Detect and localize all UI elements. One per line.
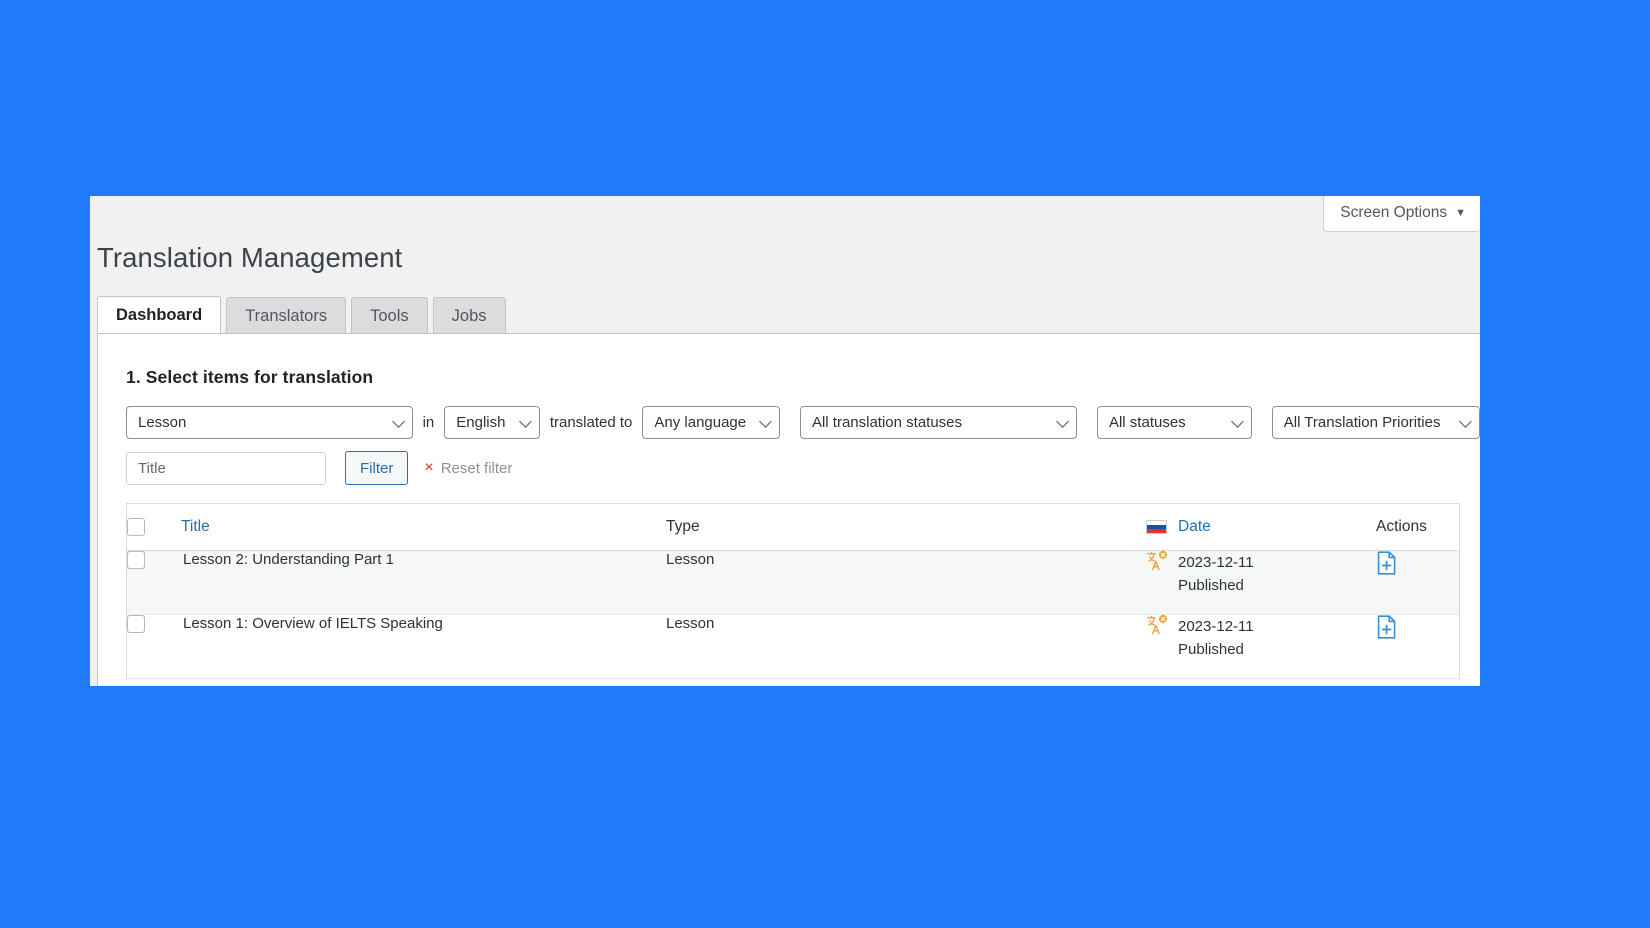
row-date: 2023-12-11: [1178, 553, 1254, 571]
chevron-down-icon: [1230, 414, 1244, 428]
select-all-header: [127, 504, 181, 551]
filter-button[interactable]: Filter: [345, 451, 409, 485]
row-status: Published: [1178, 576, 1244, 594]
select-all-checkbox[interactable]: [127, 517, 145, 536]
reset-filter-label: Reset filter: [440, 459, 513, 477]
close-icon: ×: [424, 459, 434, 476]
column-header-actions: Actions: [1376, 504, 1459, 551]
table-header-row: Title Type Date Actions: [127, 504, 1459, 551]
column-header-type-label: Type: [666, 517, 700, 535]
tab-dashboard[interactable]: Dashboard: [97, 295, 222, 336]
chevron-down-icon: [1459, 414, 1472, 428]
source-language-select[interactable]: English: [444, 406, 540, 439]
chevron-down-icon: [759, 414, 772, 428]
page-title: Translation Management: [97, 242, 403, 274]
reset-filter-button[interactable]: × Reset filter: [424, 460, 512, 477]
label-translated-to: translated to: [549, 414, 633, 431]
tab-translators[interactable]: Translators: [226, 296, 347, 335]
status-value: All statuses: [1108, 414, 1186, 431]
translation-status-select[interactable]: All translation statuses: [799, 406, 1077, 439]
nav-tabs: Dashboard Translators Tools Jobs: [97, 295, 506, 336]
chevron-down-icon: [1056, 414, 1069, 428]
add-translation-document-icon[interactable]: [1376, 550, 1398, 575]
row-status: Published: [1178, 640, 1244, 658]
table-row: Lesson 1: Overview of IELTS Speaking Les…: [127, 614, 1459, 679]
row-actions: [1376, 614, 1459, 679]
row-type: Lesson: [666, 550, 1146, 615]
target-language-value: Any language: [654, 414, 747, 431]
label-in: in: [422, 414, 435, 431]
target-language-select[interactable]: Any language: [642, 406, 780, 439]
post-type-select[interactable]: Lesson: [126, 406, 413, 439]
tab-jobs[interactable]: Jobs: [432, 296, 506, 335]
row-title: Lesson 2: Understanding Part 1: [181, 550, 666, 615]
tab-tools[interactable]: Tools: [351, 296, 428, 335]
column-header-date[interactable]: Date: [1146, 504, 1376, 551]
priority-select[interactable]: All Translation Priorities: [1271, 406, 1480, 439]
dashboard-panel: 1. Select items for translation Lesson i…: [97, 333, 1480, 686]
filter-row-primary: Lesson in English translated to Any lang…: [98, 388, 1480, 439]
column-header-date-label: Date: [1178, 517, 1211, 535]
add-translation-document-icon[interactable]: [1376, 614, 1398, 639]
post-type-value: Lesson: [138, 414, 187, 431]
priority-value: All Translation Priorities: [1283, 414, 1441, 431]
column-header-title[interactable]: Title: [181, 504, 666, 551]
section-title: 1. Select items for translation: [126, 367, 374, 387]
chevron-down-icon: [518, 414, 532, 428]
admin-panel: Screen Options ▼ Translation Management D…: [90, 196, 1480, 686]
chevron-down-icon: [391, 414, 405, 428]
filter-row-secondary: Filter × Reset filter: [98, 439, 1480, 485]
title-search-input[interactable]: [126, 451, 326, 485]
chevron-down-icon: ▼: [1455, 207, 1466, 219]
row-type: Lesson: [666, 614, 1146, 679]
row-select-cell: [127, 614, 181, 679]
row-select-cell: [127, 550, 181, 615]
row-title: Lesson 1: Overview of IELTS Speaking: [181, 614, 666, 679]
source-language-value: English: [456, 414, 506, 431]
table-row: Lesson 2: Understanding Part 1 Lesson 20…: [127, 550, 1459, 615]
row-checkbox[interactable]: [127, 550, 145, 569]
column-header-actions-label: Actions: [1376, 517, 1427, 535]
translation-status-value: All translation statuses: [811, 414, 963, 431]
column-header-title-label: Title: [181, 517, 210, 535]
status-select[interactable]: All statuses: [1096, 406, 1252, 439]
screen-options-button[interactable]: Screen Options ▼: [1323, 196, 1480, 232]
translation-items-table: Title Type Date Actions Lesson 2: Unders…: [126, 503, 1460, 679]
row-date-cell: 2023-12-11 Published: [1146, 550, 1376, 615]
screen-options-label: Screen Options: [1340, 204, 1448, 221]
translate-pending-icon: [1147, 614, 1168, 634]
flag-russia-icon: [1146, 519, 1167, 534]
row-actions: [1376, 550, 1459, 615]
row-checkbox[interactable]: [127, 614, 145, 633]
translate-pending-icon: [1147, 550, 1168, 570]
row-date: 2023-12-11: [1178, 617, 1254, 635]
row-date-cell: 2023-12-11 Published: [1146, 614, 1376, 679]
column-header-type: Type: [666, 504, 1146, 551]
